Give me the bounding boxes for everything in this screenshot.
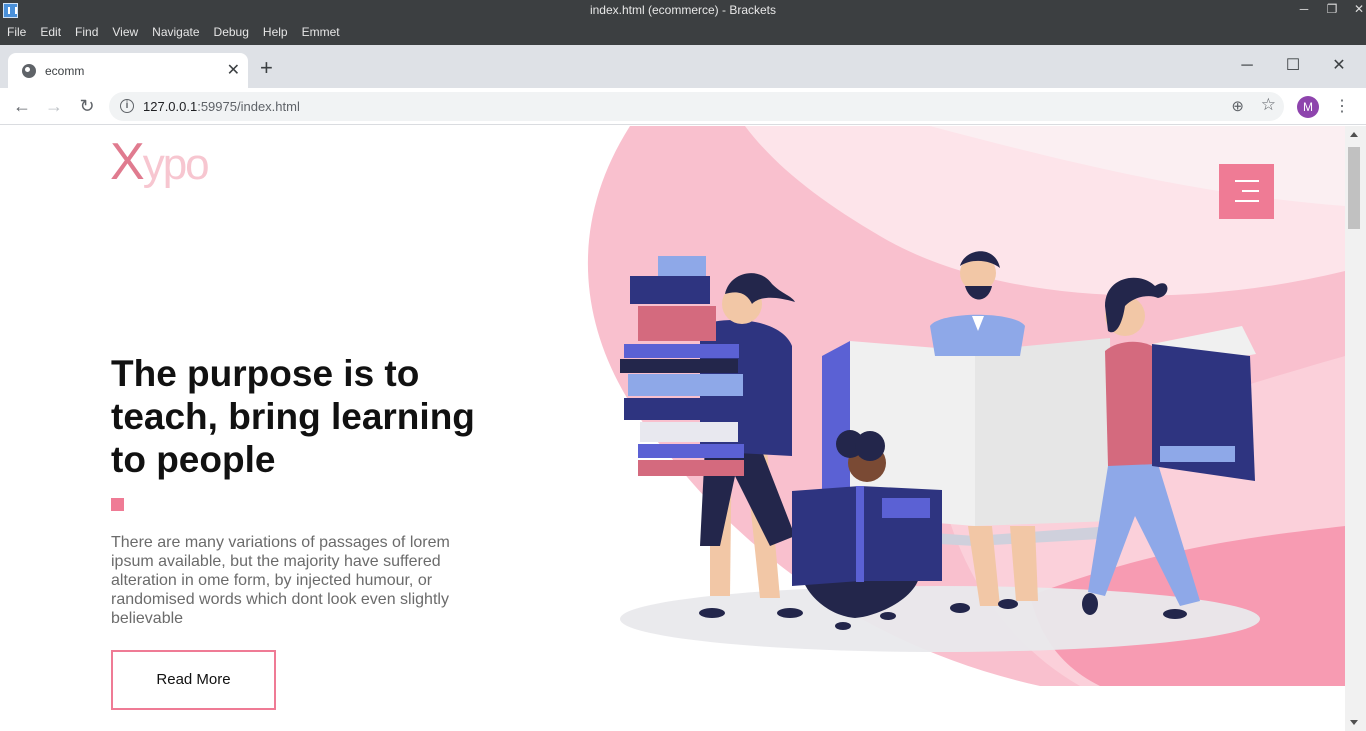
scroll-down-arrow-icon[interactable]: [1350, 720, 1358, 725]
tab-strip: ecomm ✕ + ─ ☐ ✕: [0, 45, 1366, 88]
menu-edit[interactable]: Edit: [33, 21, 68, 45]
browser-close-button[interactable]: ✕: [1316, 51, 1362, 81]
browser-window: ecomm ✕ + ─ ☐ ✕ ← → ↻ i 127.0.0.1:59975/…: [0, 45, 1366, 731]
more-menu-icon[interactable]: ⋮: [1334, 96, 1350, 116]
menu-find[interactable]: Find: [68, 21, 105, 45]
tab-close-icon[interactable]: ✕: [227, 60, 240, 80]
window-title: index.html (ecommerce) - Brackets: [589, 3, 777, 17]
site-logo[interactable]: Xypo: [110, 132, 210, 195]
menu-line-icon: [1242, 190, 1259, 192]
forward-arrow-icon[interactable]: →: [42, 95, 66, 119]
brackets-menubar: File Edit Find View Navigate Debug Help …: [0, 21, 1366, 45]
profile-avatar[interactable]: M: [1297, 96, 1319, 118]
menu-emmet[interactable]: Emmet: [295, 21, 347, 45]
menu-line-icon: [1235, 200, 1259, 202]
brackets-titlebar: index.html (ecommerce) - Brackets ─ ❐ ✕: [0, 0, 1366, 21]
globe-icon: [22, 64, 36, 78]
url-host: 127.0.0.1: [143, 99, 198, 114]
logo-text: ypo: [142, 140, 210, 189]
editor-restore-button[interactable]: ❐: [1318, 0, 1346, 21]
menu-debug[interactable]: Debug: [207, 21, 256, 45]
read-more-button[interactable]: Read More: [111, 650, 276, 710]
scrollbar-thumb[interactable]: [1348, 147, 1360, 229]
scroll-up-arrow-icon[interactable]: [1350, 132, 1358, 137]
browser-toolbar: ← → ↻ i 127.0.0.1:59975/index.html ⊕ ☆ M…: [0, 88, 1366, 125]
browser-minimize-button[interactable]: ─: [1224, 51, 1270, 81]
url-text[interactable]: 127.0.0.1:59975/index.html: [143, 99, 300, 114]
menu-file[interactable]: File: [0, 21, 33, 45]
menu-line-icon: [1235, 180, 1259, 182]
menu-view[interactable]: View: [105, 21, 145, 45]
tab-ecomm[interactable]: ecomm ✕: [8, 53, 248, 88]
hero-description: There are many variations of passages of…: [111, 534, 450, 627]
page-viewport: Xypo The purpose is to teach, bring lear…: [0, 126, 1345, 731]
info-icon[interactable]: i: [120, 99, 134, 113]
bookmark-star-icon[interactable]: ☆: [1261, 95, 1276, 115]
address-bar[interactable]: i 127.0.0.1:59975/index.html ⊕ ☆: [109, 92, 1284, 121]
browser-maximize-button[interactable]: ☐: [1270, 51, 1316, 81]
tab-title: ecomm: [45, 64, 85, 78]
accent-square: [111, 498, 124, 511]
hamburger-menu-button[interactable]: [1219, 164, 1274, 219]
url-path: :59975/index.html: [197, 99, 300, 114]
editor-close-button[interactable]: ✕: [1345, 0, 1366, 21]
editor-minimize-button[interactable]: ─: [1290, 0, 1318, 21]
menu-help[interactable]: Help: [256, 21, 295, 45]
new-tab-button[interactable]: +: [260, 57, 273, 79]
zoom-icon[interactable]: ⊕: [1231, 97, 1244, 115]
menu-navigate[interactable]: Navigate: [145, 21, 206, 45]
logo-letter: X: [110, 133, 145, 191]
reload-icon[interactable]: ↻: [75, 95, 99, 119]
page-scrollbar[interactable]: [1345, 126, 1366, 731]
hero-title: The purpose is to teach, bring learning …: [111, 353, 475, 480]
back-arrow-icon[interactable]: ←: [10, 95, 34, 119]
